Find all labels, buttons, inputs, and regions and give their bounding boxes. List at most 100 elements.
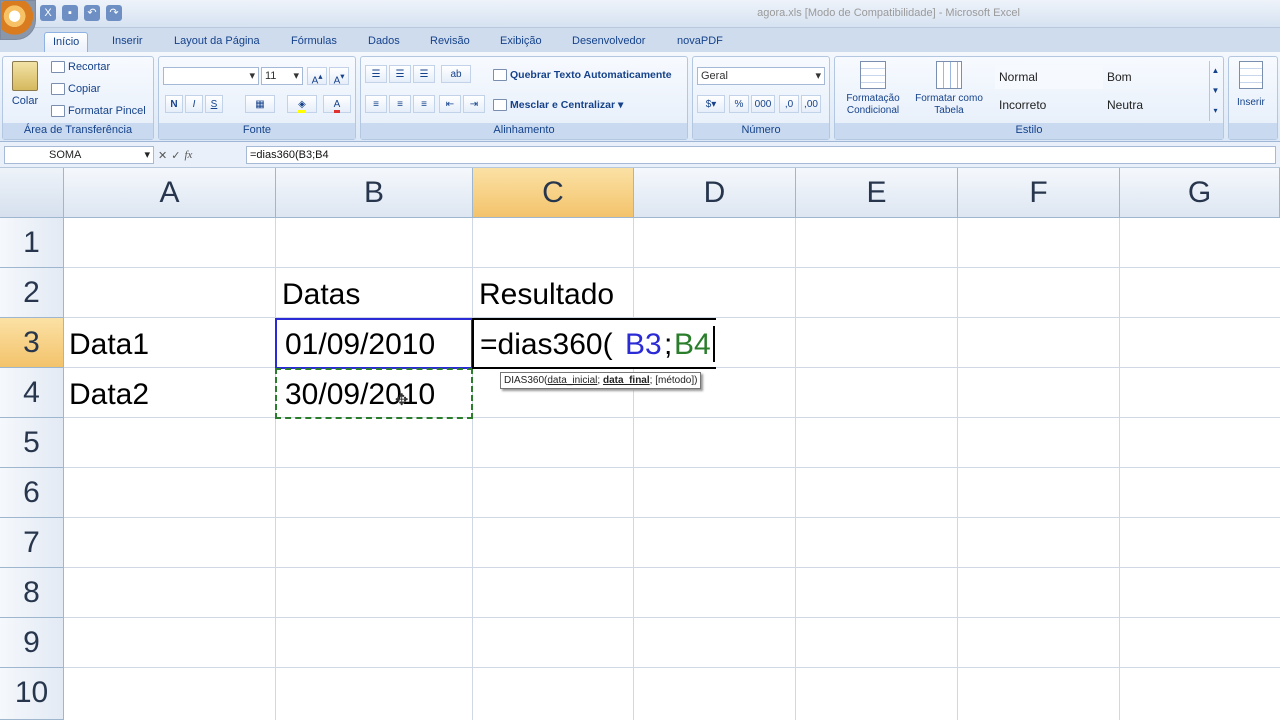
- row-header-4[interactable]: 4: [0, 368, 64, 418]
- cell-b2[interactable]: Datas: [282, 270, 360, 320]
- cut-button[interactable]: Recortar: [51, 61, 110, 74]
- gridline: [64, 567, 1280, 568]
- align-top-button[interactable]: ☰: [365, 65, 387, 83]
- shrink-font-button[interactable]: A▾: [329, 67, 349, 86]
- currency-button[interactable]: $▾: [697, 95, 725, 113]
- select-all-corner[interactable]: [0, 168, 64, 218]
- insert-function-icon[interactable]: fx: [184, 149, 192, 161]
- row-header-8[interactable]: 8: [0, 568, 64, 618]
- align-right-button[interactable]: ≡: [413, 95, 435, 113]
- name-box[interactable]: SOMA ▾: [4, 146, 154, 164]
- number-format-value: Geral: [701, 70, 728, 82]
- formula-ref-b3: B3: [625, 328, 662, 361]
- style-bom[interactable]: Bom: [1103, 65, 1207, 89]
- style-normal[interactable]: Normal: [995, 65, 1103, 89]
- row-header-6[interactable]: 6: [0, 468, 64, 518]
- fill-color-button[interactable]: ◈: [287, 95, 317, 113]
- group-clipboard: Colar Recortar Copiar Formatar Pincel Ár…: [2, 56, 154, 140]
- paste-button[interactable]: Colar: [7, 61, 43, 117]
- font-size-select[interactable]: 11 ▾: [261, 67, 303, 85]
- style-neutra[interactable]: Neutra: [1103, 93, 1207, 117]
- group-alignment: ☰ ☰ ☰ ab ≡ ≡ ≡ ⇤ ⇥ Quebrar Texto Automat…: [360, 56, 688, 140]
- tab-dados[interactable]: Dados: [360, 32, 408, 52]
- chevron-down-icon: ▾: [144, 149, 150, 161]
- cancel-icon[interactable]: ✕: [158, 149, 167, 162]
- tooltip-arg-end[interactable]: data_final: [603, 375, 650, 386]
- insert-cells-label: Inserir: [1237, 97, 1265, 108]
- column-header-b[interactable]: B: [276, 168, 473, 218]
- gridline: [64, 267, 1280, 268]
- decrease-decimal-button[interactable]: ,00: [801, 95, 821, 113]
- tab-revisao[interactable]: Revisão: [422, 32, 478, 52]
- gridline: [795, 218, 796, 720]
- orientation-button[interactable]: ab: [441, 65, 471, 83]
- enter-icon[interactable]: ✓: [171, 149, 180, 162]
- row-header-2[interactable]: 2: [0, 268, 64, 318]
- increase-indent-button[interactable]: ⇥: [463, 95, 485, 113]
- copy-label: Copiar: [68, 83, 101, 95]
- column-header-f[interactable]: F: [958, 168, 1120, 218]
- format-painter-button[interactable]: Formatar Pincel: [51, 105, 146, 118]
- column-header-e[interactable]: E: [796, 168, 958, 218]
- decrease-indent-button[interactable]: ⇤: [439, 95, 461, 113]
- tab-exibicao[interactable]: Exibição: [492, 32, 550, 52]
- style-incorreto[interactable]: Incorreto: [995, 93, 1103, 117]
- thousands-button[interactable]: 000: [751, 95, 775, 113]
- copy-button[interactable]: Copiar: [51, 83, 101, 96]
- format-table-button[interactable]: Formatar como Tabela: [911, 61, 987, 117]
- tab-layout[interactable]: Layout da Página: [166, 32, 268, 52]
- row-header-1[interactable]: 1: [0, 218, 64, 268]
- merge-label: Mesclar e Centralizar: [510, 99, 616, 111]
- conditional-format-button[interactable]: Formatação Condicional: [837, 61, 909, 117]
- italic-button[interactable]: I: [185, 95, 203, 113]
- formula-input[interactable]: =dias360(B3;B4: [246, 146, 1276, 164]
- paste-label: Colar: [11, 95, 39, 107]
- font-color-button[interactable]: A: [323, 95, 351, 113]
- percent-button[interactable]: %: [729, 95, 749, 113]
- tab-inicio[interactable]: Início: [44, 32, 89, 52]
- wrap-text-button[interactable]: Quebrar Texto Automaticamente: [493, 69, 672, 82]
- tooltip-function: DIAS360(: [504, 375, 548, 386]
- gridline: [1119, 218, 1120, 720]
- grow-font-button[interactable]: A▴: [307, 67, 327, 86]
- underline-button[interactable]: S: [205, 95, 223, 113]
- align-left-button[interactable]: ≡: [365, 95, 387, 113]
- bold-button[interactable]: N: [165, 95, 183, 113]
- align-center-button[interactable]: ≡: [389, 95, 411, 113]
- column-header-d[interactable]: D: [634, 168, 796, 218]
- styles-scroll[interactable]: ▲ ▼ ▾: [1209, 61, 1221, 121]
- chevron-down-icon: ▾: [815, 70, 821, 82]
- align-middle-button[interactable]: ☰: [389, 65, 411, 83]
- row-header-5[interactable]: 5: [0, 418, 64, 468]
- cell-c2[interactable]: Resultado: [479, 270, 614, 320]
- number-format-select[interactable]: Geral ▾: [697, 67, 825, 85]
- column-header-a[interactable]: A: [64, 168, 276, 218]
- insert-cells-button[interactable]: Inserir: [1237, 61, 1265, 108]
- row-header-7[interactable]: 7: [0, 518, 64, 568]
- row-header-3[interactable]: 3: [0, 318, 64, 368]
- text-cursor: [713, 326, 715, 362]
- cell-b3[interactable]: 01/09/2010: [285, 320, 435, 370]
- cell-a3[interactable]: Data1: [69, 320, 149, 370]
- tooltip-arg-method[interactable]: [método]: [655, 375, 694, 386]
- tab-desenvolvedor[interactable]: Desenvolvedor: [564, 32, 653, 52]
- copy-icon: [51, 83, 65, 96]
- tab-formulas[interactable]: Fórmulas: [283, 32, 345, 52]
- column-header-c[interactable]: C: [473, 168, 634, 218]
- tab-novapdf[interactable]: novaPDF: [669, 32, 731, 52]
- tooltip-arg-start[interactable]: data_inicial: [547, 375, 597, 386]
- row-header-9[interactable]: 9: [0, 618, 64, 668]
- align-bottom-button[interactable]: ☰: [413, 65, 435, 83]
- cell-a4[interactable]: Data2: [69, 370, 149, 420]
- borders-button[interactable]: ▦: [245, 95, 275, 113]
- name-box-value: SOMA: [49, 149, 82, 161]
- cell-b4[interactable]: 30/09/2010: [285, 370, 435, 420]
- increase-decimal-button[interactable]: ,0: [779, 95, 799, 113]
- column-header-g[interactable]: G: [1120, 168, 1280, 218]
- merge-center-button[interactable]: Mesclar e Centralizar ▾: [493, 99, 623, 112]
- tab-inserir[interactable]: Inserir: [104, 32, 151, 52]
- row-header-10[interactable]: 10: [0, 668, 64, 720]
- formula-prefix: =dias360(: [480, 328, 613, 361]
- font-name-select[interactable]: ▾: [163, 67, 259, 85]
- font-size-value: 11: [265, 70, 277, 82]
